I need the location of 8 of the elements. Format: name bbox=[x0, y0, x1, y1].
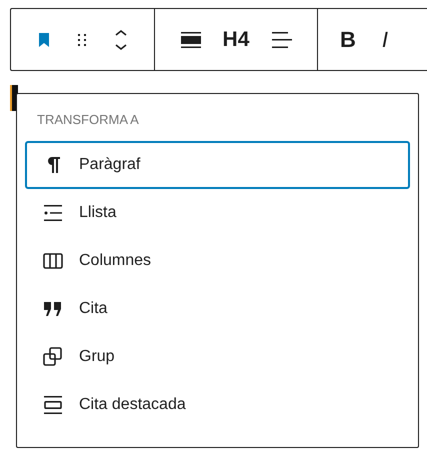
menu-heading: TRANSFORMA A bbox=[37, 112, 140, 127]
overlapping-squares-icon bbox=[41, 345, 65, 369]
pullquote-icon bbox=[41, 393, 65, 417]
bold-button[interactable]: B bbox=[340, 26, 356, 52]
pilcrow-icon bbox=[46, 157, 60, 173]
heading-level-button[interactable]: H4 bbox=[222, 28, 250, 52]
italic-button[interactable]: I bbox=[382, 26, 388, 52]
menu-item[interactable]: Paràgraf bbox=[25, 141, 410, 189]
